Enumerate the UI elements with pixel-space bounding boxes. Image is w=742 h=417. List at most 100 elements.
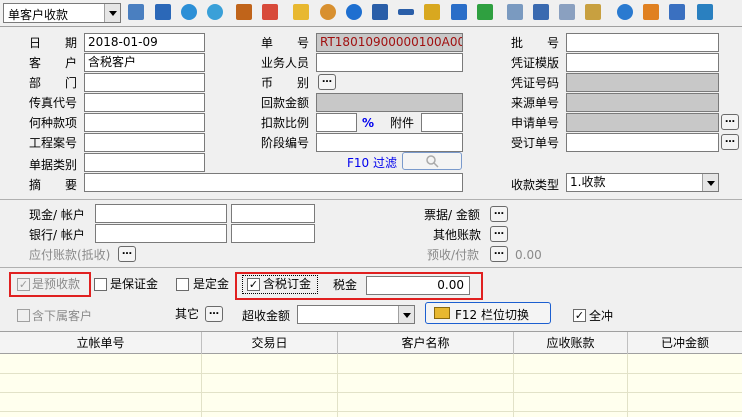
voucher-template-label: 凭证模版 (511, 56, 560, 70)
over-amount-select[interactable] (297, 305, 415, 324)
globe-icon[interactable] (207, 4, 223, 20)
customer-field[interactable]: 含税客户 (84, 53, 205, 72)
grid-divider (201, 354, 202, 417)
document-icon[interactable] (507, 4, 523, 20)
tax-field[interactable]: 0.00 (366, 276, 470, 295)
table-row[interactable] (0, 392, 742, 393)
other-account-label: 其他账款 (433, 228, 482, 242)
is-deposit-label: 是保证金 (110, 277, 159, 291)
project-label: 工程案号 (29, 136, 78, 150)
folder-icon[interactable] (293, 4, 309, 20)
book-icon[interactable] (533, 4, 549, 20)
is-deposit-checkbox[interactable] (94, 278, 107, 291)
mode-select[interactable]: 单客户收款 (3, 3, 121, 23)
summary-field[interactable] (84, 173, 463, 192)
salesperson-field[interactable] (316, 53, 463, 72)
doc-type-label: 单据类别 (29, 158, 78, 172)
order-received-label: 受订单号 (511, 136, 560, 150)
currency-picker-button[interactable]: … (318, 74, 336, 90)
voucher-template-field[interactable] (566, 53, 719, 72)
bank-amount-field[interactable] (231, 224, 315, 243)
payable-offset-button[interactable]: … (118, 246, 136, 262)
key-icon[interactable] (398, 9, 414, 15)
stage-no-label: 阶段编号 (261, 136, 310, 150)
apply-no-label: 申请单号 (511, 116, 560, 130)
column-header[interactable]: 立帐单号 (0, 332, 202, 354)
column-header[interactable]: 已冲金额 (628, 332, 742, 354)
bank-account-field[interactable] (95, 224, 227, 243)
source-no-label: 来源单号 (511, 96, 560, 110)
help-icon[interactable] (346, 4, 362, 20)
is-fixed-deposit-checkbox[interactable] (176, 278, 189, 291)
column-header[interactable]: 应收账款 (514, 332, 628, 354)
apply-no-field (566, 113, 719, 132)
filter-button[interactable] (402, 152, 462, 170)
cart-icon[interactable] (451, 4, 467, 20)
attachment-field[interactable] (421, 113, 463, 132)
stage-no-field[interactable] (316, 133, 463, 152)
column-header[interactable]: 客户名称 (338, 332, 514, 354)
is-prepaid-label: 是预收款 (32, 277, 81, 291)
project-field[interactable] (84, 133, 205, 152)
print-preview-icon[interactable] (669, 4, 685, 20)
refresh-icon[interactable] (181, 4, 197, 20)
chevron-down-icon[interactable] (702, 174, 718, 191)
field-switch-button[interactable]: F12 栏位切换 (425, 302, 551, 324)
check-icon[interactable] (617, 4, 633, 20)
is-fixed-deposit-label: 是定金 (193, 277, 230, 291)
chevron-down-icon[interactable] (398, 306, 414, 323)
chevron-down-icon[interactable] (104, 4, 120, 22)
cash-amount-field[interactable] (231, 204, 315, 223)
order-received-field[interactable] (566, 133, 719, 152)
order-no-label: 单 号 (261, 36, 310, 50)
network-icon[interactable] (697, 4, 713, 20)
dept-field[interactable] (84, 73, 205, 92)
payable-offset-label: 应付账款(抵收) (29, 248, 111, 262)
receipt-type-select[interactable]: 1.收款 (566, 173, 719, 192)
all-offset-checkbox[interactable]: ✓ (573, 309, 586, 322)
other-button[interactable]: … (205, 306, 223, 322)
other-account-button[interactable]: … (490, 226, 508, 242)
deduct-ratio-field[interactable] (316, 113, 357, 132)
cash-account-label: 现金/ 帐户 (29, 208, 85, 222)
grid-divider (337, 354, 338, 417)
filter-icon[interactable] (128, 4, 144, 20)
home-icon[interactable] (262, 4, 278, 20)
money-icon[interactable] (424, 4, 440, 20)
payment-item-label: 何种款项 (29, 116, 78, 130)
save-icon[interactable] (585, 4, 601, 20)
cash-account-field[interactable] (95, 204, 227, 223)
return-amount-field (316, 93, 463, 112)
copy-icon[interactable] (559, 4, 575, 20)
note-amount-button[interactable]: … (490, 206, 508, 222)
batch-no-field[interactable] (566, 33, 719, 52)
fax-label: 传真代号 (29, 96, 78, 110)
filter-label[interactable]: F10 过滤 (347, 155, 397, 171)
include-sub-checkbox[interactable] (17, 309, 30, 322)
fax-field[interactable] (84, 93, 205, 112)
apply-no-picker-button[interactable]: … (721, 114, 739, 130)
dollar-icon[interactable] (477, 4, 493, 20)
people-icon[interactable] (320, 4, 336, 20)
field-switch-label: F12 栏位切换 (455, 308, 529, 322)
column-header[interactable]: 交易日 (202, 332, 338, 354)
table-row[interactable] (0, 373, 742, 374)
advance-payment-value: 0.00 (515, 248, 542, 262)
currency-label: 币 别 (261, 76, 310, 90)
payment-item-field[interactable] (84, 113, 205, 132)
is-prepaid-checkbox[interactable]: ✓ (17, 278, 30, 291)
divider (0, 199, 742, 200)
order-received-picker-button[interactable]: … (721, 134, 739, 150)
monitor-icon[interactable] (155, 4, 171, 20)
over-amount-label: 超收金额 (242, 309, 291, 323)
briefcase-icon[interactable] (236, 4, 252, 20)
advance-payment-button[interactable]: … (490, 246, 508, 262)
doc-type-field[interactable] (84, 153, 205, 172)
alert-icon[interactable] (643, 4, 659, 20)
date-field[interactable]: 2018-01-09 (84, 33, 205, 52)
table-row[interactable] (0, 411, 742, 412)
divider (0, 267, 742, 268)
deduct-ratio-label: 扣款比例 (261, 116, 310, 130)
bookmark-icon[interactable] (372, 4, 388, 20)
order-no-field: RT18010900000100A002 (316, 33, 463, 52)
